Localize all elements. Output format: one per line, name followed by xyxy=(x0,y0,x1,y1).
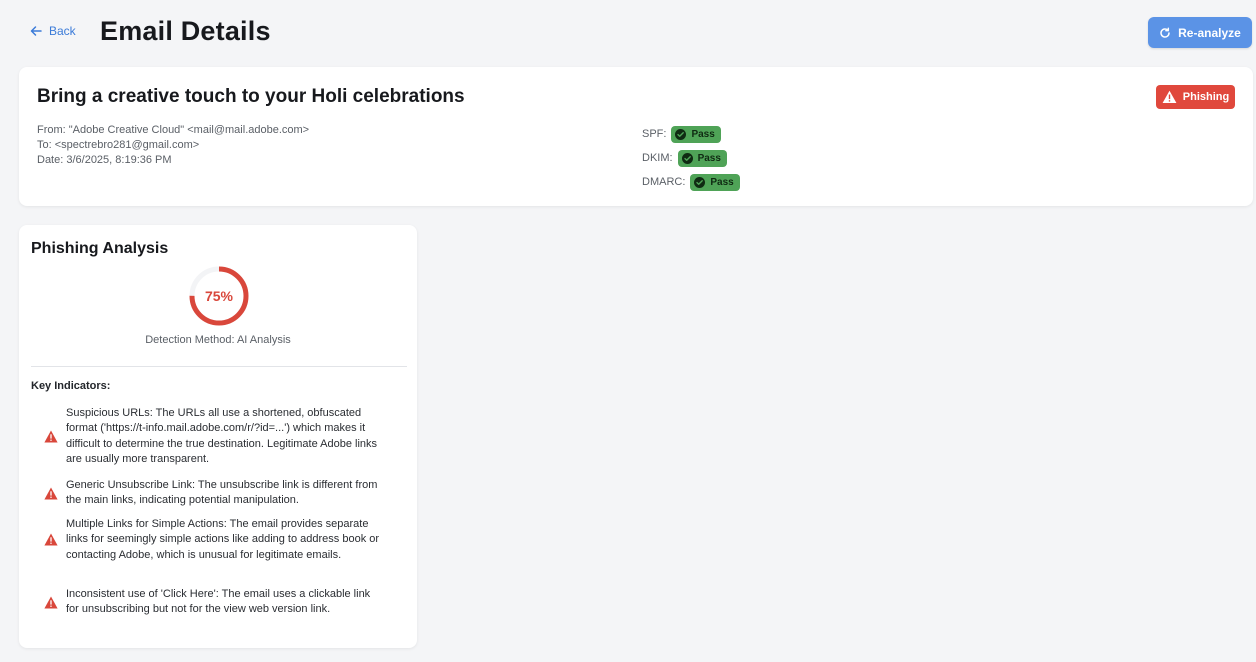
verdict-badge: Phishing xyxy=(1156,85,1235,109)
check-circle-icon xyxy=(675,128,687,140)
warning-icon xyxy=(44,487,58,500)
indicator-text: Generic Unsubscribe Link: The unsubscrib… xyxy=(66,479,378,507)
warning-icon xyxy=(1162,90,1177,103)
email-summary-card: Bring a creative touch to your Holi cele… xyxy=(19,67,1253,206)
indicator-item: Inconsistent use of 'Click Here': The em… xyxy=(44,587,384,618)
back-link[interactable]: Back xyxy=(30,24,76,38)
auth-row-dkim: DKIM: Pass xyxy=(642,146,740,170)
back-label: Back xyxy=(49,24,76,38)
email-meta: From: "Adobe Creative Cloud" <mail@mail.… xyxy=(37,123,309,168)
indicator-item: Suspicious URLs: The URLs all use a shor… xyxy=(44,406,384,467)
auth-results: SPF: Pass DKIM: Pass DMARC: Pass xyxy=(642,122,740,194)
auth-row-spf: SPF: Pass xyxy=(642,122,740,146)
email-from: From: "Adobe Creative Cloud" <mail@mail.… xyxy=(37,124,310,136)
refresh-icon xyxy=(1160,26,1170,38)
phishing-analysis-card: Phishing Analysis 75% Detection Method: … xyxy=(19,225,417,648)
email-subject: Bring a creative touch to your Holi cele… xyxy=(37,86,465,107)
auth-status: Pass xyxy=(691,128,715,140)
page-title: Email Details xyxy=(100,16,271,46)
auth-label: SPF: xyxy=(642,128,667,140)
divider xyxy=(31,366,407,367)
auth-status: Pass xyxy=(697,152,721,164)
pass-badge: Pass xyxy=(677,149,727,167)
check-circle-icon xyxy=(681,152,693,164)
reanalyze-button[interactable]: Re-analyze xyxy=(1148,17,1252,48)
pass-badge: Pass xyxy=(671,125,721,143)
auth-label: DMARC: xyxy=(642,176,686,188)
page-header: Back Email Details Re-analyze xyxy=(0,0,1256,66)
warning-icon xyxy=(44,533,58,546)
analysis-title: Phishing Analysis xyxy=(31,240,169,257)
indicator-item: Multiple Links for Simple Actions: The e… xyxy=(44,517,384,563)
verdict-label: Phishing xyxy=(1182,91,1230,103)
indicator-text: Suspicious URLs: The URLs all use a shor… xyxy=(66,407,378,465)
reanalyze-label: Re-analyze xyxy=(1178,25,1241,40)
detection-method: Detection Method: AI Analysis xyxy=(145,334,291,346)
indicator-item: Generic Unsubscribe Link: The unsubscrib… xyxy=(44,478,384,509)
indicator-text: Multiple Links for Simple Actions: The e… xyxy=(66,518,380,561)
auth-label: DKIM: xyxy=(642,152,673,164)
key-indicators-title: Key Indicators: xyxy=(31,380,111,392)
arrow-left-icon xyxy=(30,26,42,36)
pass-badge: Pass xyxy=(690,173,740,191)
indicator-text: Inconsistent use of 'Click Here': The em… xyxy=(66,588,371,616)
score-value: 75% xyxy=(204,288,234,304)
auth-status: Pass xyxy=(710,176,734,188)
email-date: Date: 3/6/2025, 8:19:36 PM xyxy=(37,154,172,166)
auth-row-dmarc: DMARC: Pass xyxy=(642,170,740,194)
check-circle-icon xyxy=(694,176,706,188)
warning-icon xyxy=(44,430,58,443)
email-to: To: <spectrebro281@gmail.com> xyxy=(37,139,200,151)
warning-icon xyxy=(44,596,58,609)
